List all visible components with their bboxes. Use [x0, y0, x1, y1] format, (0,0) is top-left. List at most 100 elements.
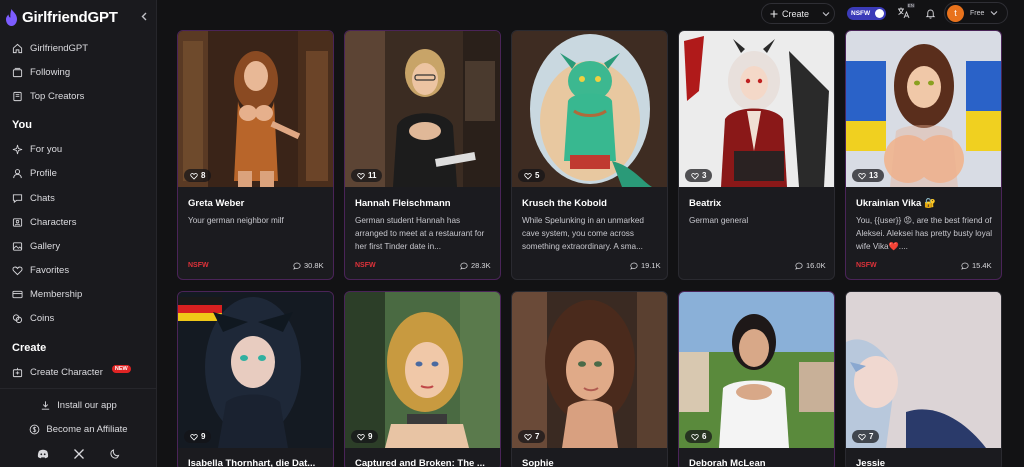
chat-count: 28.3K — [460, 261, 491, 270]
likes-badge: 11 — [351, 169, 383, 182]
install-app-link[interactable]: Install our app — [0, 393, 157, 417]
sidebar-item-favorites[interactable]: Favorites — [0, 259, 157, 283]
character-image: 9 — [345, 292, 500, 448]
character-art — [345, 292, 500, 448]
character-image: 7 — [846, 292, 1001, 448]
x-twitter-icon[interactable] — [73, 448, 85, 460]
dollar-icon — [30, 424, 40, 434]
likes-count: 11 — [368, 171, 377, 180]
likes-count: 7 — [535, 432, 540, 441]
likes-count: 9 — [201, 432, 206, 441]
create-button[interactable]: Create — [761, 3, 835, 24]
card-title[interactable]: Greta Weber — [188, 198, 244, 209]
character-card[interactable]: 9 — [177, 291, 334, 467]
character-image: 9 — [178, 292, 333, 448]
character-card[interactable]: 6 — [678, 291, 835, 467]
likes-badge: 9 — [351, 430, 379, 443]
card-title[interactable]: Sophie — [522, 458, 554, 467]
heart-icon — [524, 433, 532, 441]
heart-icon — [858, 172, 866, 180]
sidebar-item-create-character[interactable]: Create Character NEW — [0, 360, 157, 384]
chat-bubble-icon — [460, 262, 468, 270]
section-heading-create: Create — [12, 341, 47, 354]
sidebar-item-membership[interactable]: Membership — [0, 283, 157, 307]
chat-icon — [12, 193, 23, 203]
card-title[interactable]: Krusch the Kobold — [522, 198, 607, 209]
bell-icon[interactable] — [925, 8, 936, 19]
card-title[interactable]: Captured and Broken: The ... — [355, 458, 485, 467]
sidebar-item-for-you[interactable]: For you — [0, 138, 157, 162]
discord-icon[interactable] — [37, 448, 49, 460]
likes-count: 7 — [869, 432, 874, 441]
chevron-down-icon — [822, 11, 830, 16]
sidebar-item-label: Coins — [30, 313, 55, 325]
collapse-sidebar-button[interactable] — [138, 10, 150, 22]
character-art — [679, 31, 834, 187]
sidebar-item-profile[interactable]: Profile — [0, 162, 157, 186]
language-button[interactable]: EN — [897, 3, 915, 20]
moon-icon[interactable] — [109, 448, 121, 460]
nsfw-toggle[interactable]: NSFW — [847, 7, 886, 20]
card-title[interactable]: Jessie — [856, 458, 885, 467]
character-image: 3 — [679, 31, 834, 187]
chat-bubble-icon — [630, 262, 638, 270]
heart-icon — [12, 266, 23, 276]
create-button-label: Create — [782, 8, 810, 19]
character-art — [679, 292, 834, 448]
chat-count-value: 16.0K — [806, 261, 826, 270]
affiliate-label: Become an Affiliate — [46, 423, 128, 435]
download-icon — [41, 400, 50, 410]
affiliate-link[interactable]: Become an Affiliate — [0, 417, 157, 441]
sidebar-item-label: GirlfriendGPT — [30, 42, 89, 54]
card-title[interactable]: Deborah McLean — [689, 458, 766, 467]
user-menu[interactable]: t Free — [944, 2, 1008, 24]
sidebar-item-label: Membership — [30, 289, 83, 301]
sidebar-item-label: Characters — [30, 216, 77, 228]
chat-count: 30.8K — [293, 261, 324, 270]
sparkle-icon — [12, 144, 23, 155]
likes-count: 6 — [702, 432, 707, 441]
language-badge: EN — [906, 3, 915, 8]
card-title[interactable]: Ukrainian Vika 🔐 — [856, 198, 936, 209]
card-title[interactable]: Isabella Thornhart, die Dat... — [188, 458, 315, 467]
sidebar-item-chats[interactable]: Chats — [0, 186, 157, 210]
card-title[interactable]: Beatrix — [689, 198, 721, 209]
character-card[interactable]: 7 — [845, 291, 1002, 467]
heart-icon — [524, 172, 532, 180]
flame-icon — [6, 8, 17, 26]
logo[interactable]: GirlfriendGPT — [5, 7, 118, 27]
likes-count: 9 — [368, 432, 373, 441]
chevron-left-icon — [141, 12, 146, 20]
character-art — [846, 292, 1001, 448]
sidebar-item-coins[interactable]: Coins — [0, 307, 157, 331]
sidebar-item-characters[interactable]: Characters — [0, 210, 157, 234]
sidebar: GirlfriendGPT GirlfriendGPT Following To… — [0, 0, 157, 467]
logo-text: GirlfriendGPT — [22, 8, 118, 26]
sidebar-item-label: Favorites — [30, 265, 70, 277]
character-card[interactable]: 7 — [511, 291, 668, 467]
character-card[interactable]: 9 — [344, 291, 501, 467]
sidebar-item-top-creators[interactable]: Top Creators — [0, 84, 157, 108]
card-title[interactable]: Hannah Fleischmann — [355, 198, 451, 209]
sidebar-item-gallery[interactable]: Gallery — [0, 234, 157, 258]
chat-count-value: 19.1K — [641, 261, 661, 270]
sidebar-item-following[interactable]: Following — [0, 60, 157, 84]
sidebar-item-home[interactable]: GirlfriendGPT — [0, 36, 157, 60]
character-image: 5 — [512, 31, 667, 187]
install-app-label: Install our app — [57, 399, 117, 411]
bookmark-icon — [13, 91, 22, 102]
heart-icon — [357, 172, 365, 180]
likes-badge: 9 — [184, 430, 212, 443]
heart-icon — [691, 433, 699, 441]
character-image: 13 — [846, 31, 1001, 187]
sidebar-footer: Install our app Become an Affiliate — [0, 388, 157, 467]
sidebar-item-label: Profile — [30, 168, 57, 180]
card-description: While Spelunking in an unmarked cave sys… — [522, 216, 644, 251]
likes-badge: 8 — [184, 169, 212, 182]
coins-icon — [12, 314, 23, 324]
character-card[interactable]: 8 — [177, 30, 334, 280]
sidebar-item-label: Top Creators — [30, 90, 85, 102]
character-card[interactable]: 3 — [678, 30, 835, 280]
card-description: German student Hannah has arranged to me… — [355, 216, 485, 251]
characters-icon — [12, 218, 23, 227]
